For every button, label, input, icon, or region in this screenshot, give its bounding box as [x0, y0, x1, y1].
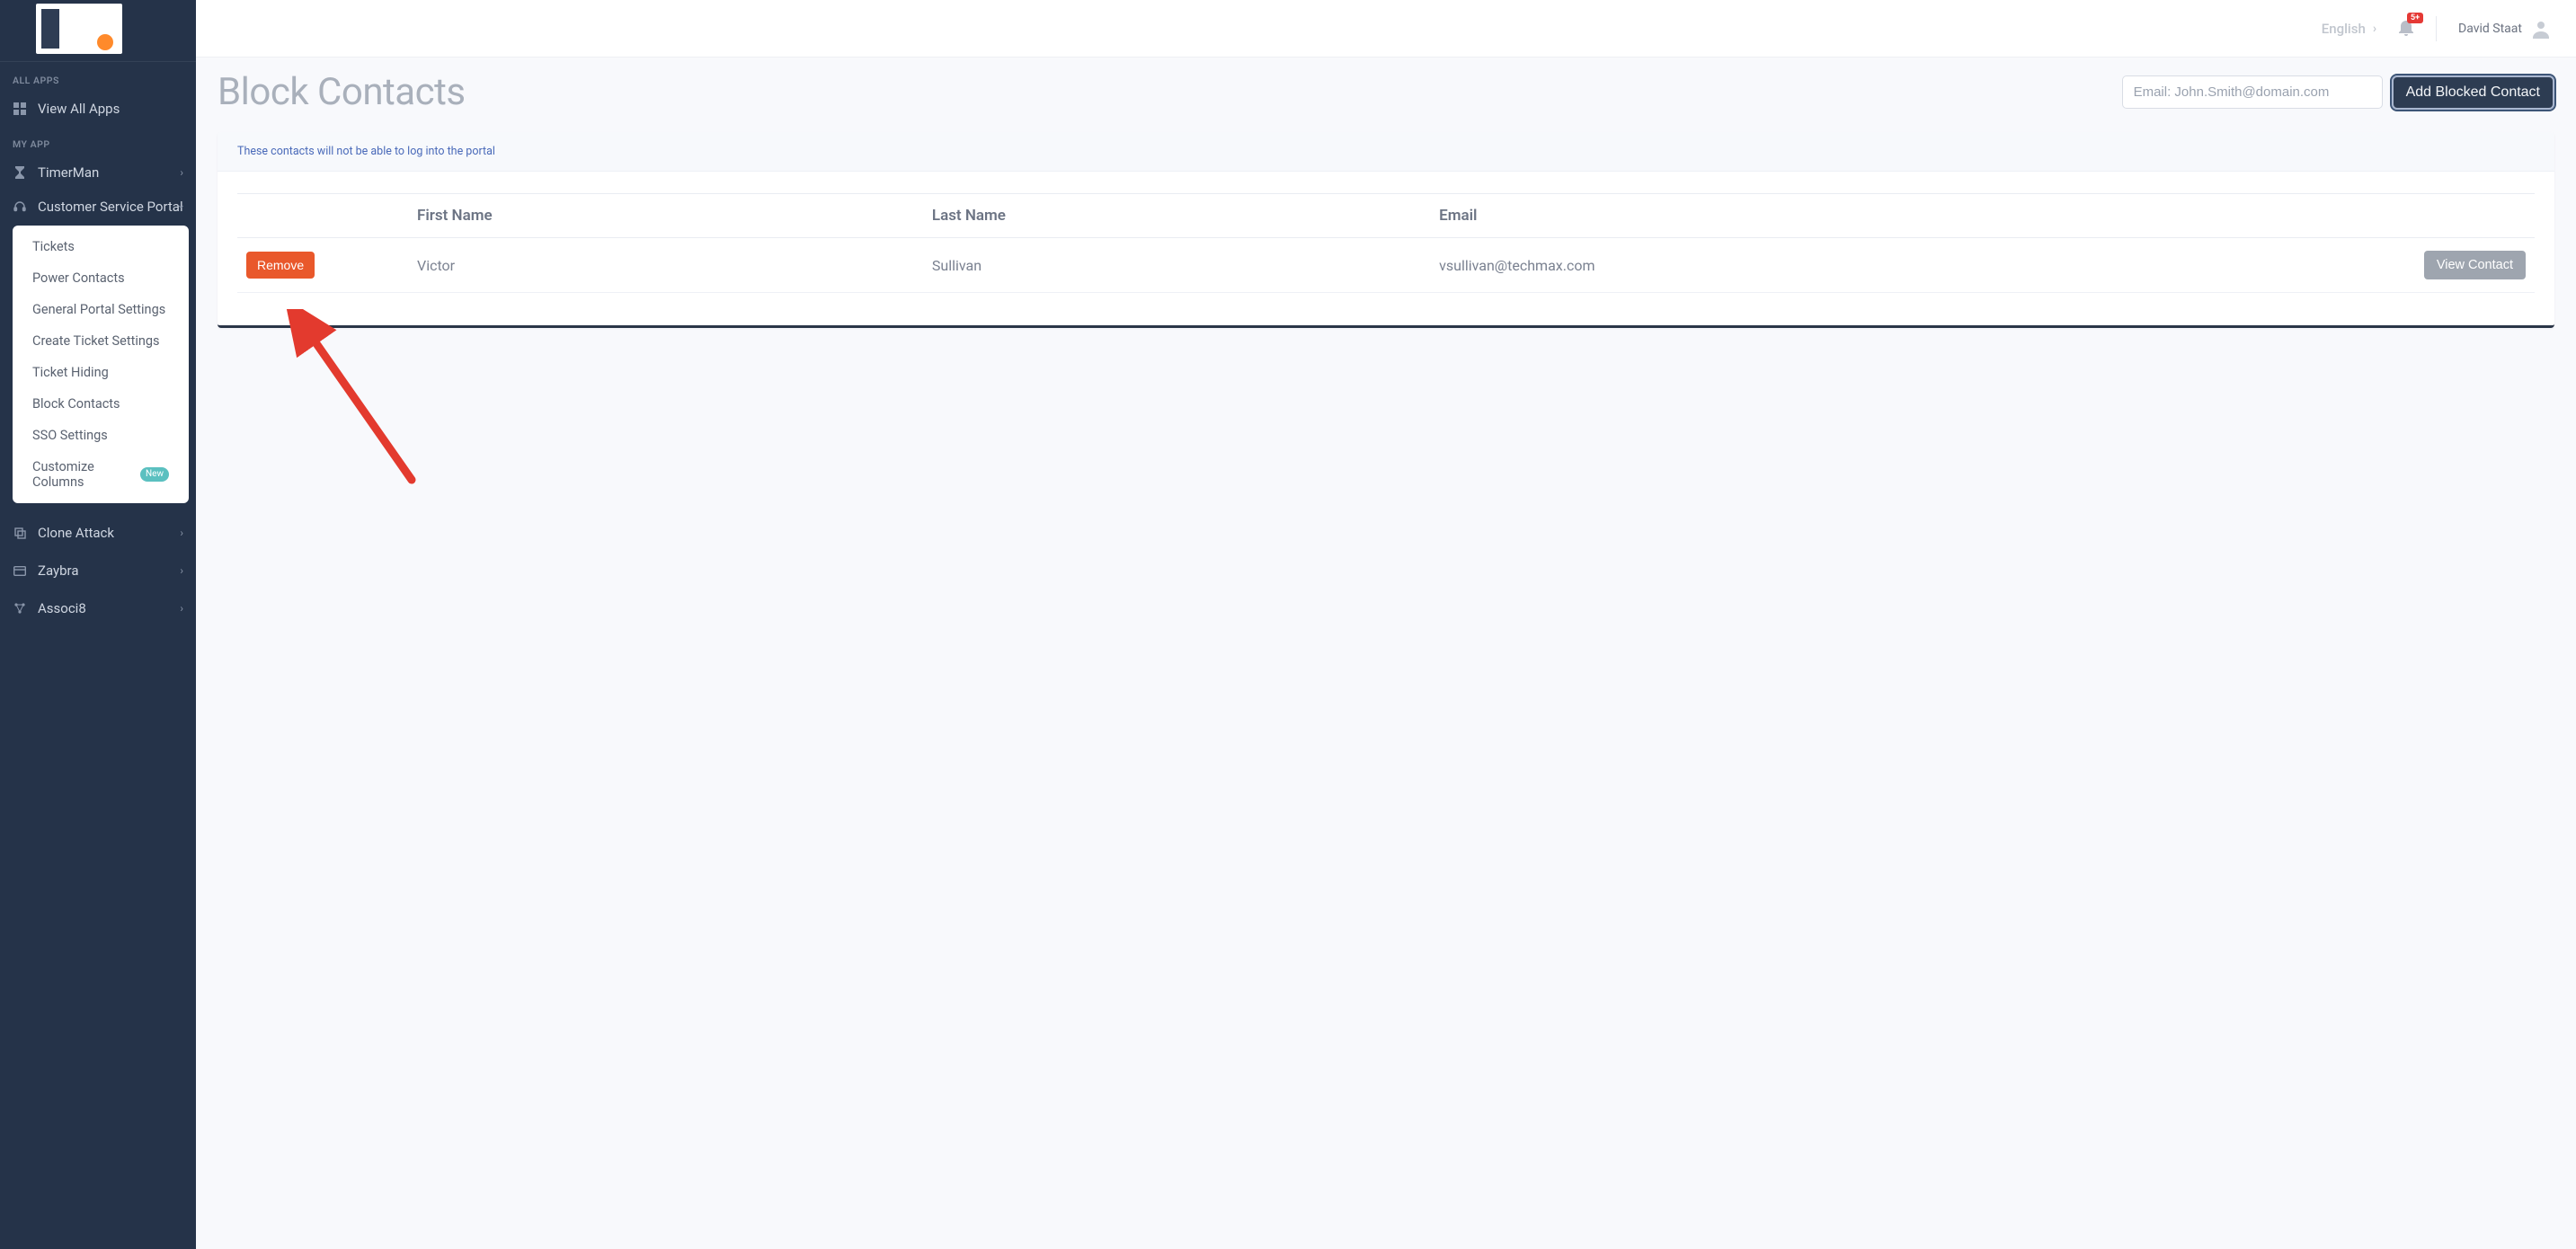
sidebar-sub-label: General Portal Settings	[32, 302, 165, 317]
sidebar-sub-tickets[interactable]: Tickets	[13, 231, 189, 262]
chevron-right-icon: ›	[2373, 22, 2376, 36]
remove-button[interactable]: Remove	[246, 252, 315, 279]
sidebar-sub-general-portal-settings[interactable]: General Portal Settings	[13, 294, 189, 325]
new-badge: New	[140, 467, 169, 482]
sidebar-sub-label: Customize Columns	[32, 459, 133, 490]
network-icon	[13, 601, 27, 616]
blocked-contacts-card: These contacts will not be able to log i…	[218, 132, 2554, 328]
blocked-contacts-table: First Name Last Name Email Remove	[237, 193, 2535, 293]
chevron-right-icon: ›	[180, 166, 183, 179]
view-contact-button[interactable]: View Contact	[2424, 251, 2526, 279]
language-label: English	[2322, 21, 2366, 37]
notifications-count-badge: 5+	[2407, 13, 2423, 23]
col-first-name: First Name	[408, 194, 923, 238]
sidebar-item-customer-service-portal[interactable]: Customer Service Portal ›	[0, 190, 196, 224]
topbar: English › 5+ David Staat	[196, 0, 2576, 58]
sidebar-item-zaybra[interactable]: Zaybra ›	[0, 555, 196, 586]
user-name: David Staat	[2458, 22, 2522, 36]
sidebar: ALL APPS View All Apps MY APP TimerMan ›…	[0, 0, 196, 1249]
cell-first-name: Victor	[408, 238, 923, 293]
notifications-button[interactable]: 5+	[2398, 18, 2414, 40]
sidebar-sub-ticket-hiding[interactable]: Ticket Hiding	[13, 357, 189, 388]
add-blocked-contact-button[interactable]: Add Blocked Contact	[2392, 75, 2554, 110]
page-content: Block Contacts Add Blocked Contact These…	[196, 58, 2576, 364]
annotation-arrow-icon	[286, 309, 430, 489]
sidebar-sub-label: Create Ticket Settings	[32, 333, 160, 349]
card-icon	[13, 563, 27, 578]
sidebar-item-associ8[interactable]: Associ8 ›	[0, 593, 196, 624]
sidebar-sub-power-contacts[interactable]: Power Contacts	[13, 262, 189, 294]
sidebar-item-label: Associ8	[38, 600, 86, 616]
logo-thumbnail[interactable]	[36, 4, 122, 54]
avatar-icon	[2531, 19, 2551, 39]
sidebar-sub-customize-columns[interactable]: Customize Columns New	[13, 451, 189, 498]
col-email: Email	[1430, 194, 2391, 238]
hourglass-icon	[13, 165, 27, 180]
copy-icon	[13, 526, 27, 540]
sidebar-sub-label: Block Contacts	[32, 396, 120, 412]
sidebar-item-view-all-apps[interactable]: View All Apps	[0, 92, 196, 126]
blocked-email-input[interactable]	[2122, 75, 2383, 109]
logo-area	[0, 0, 196, 62]
sidebar-submenu-csp: Tickets Power Contacts General Portal Se…	[13, 226, 189, 503]
card-info-note: These contacts will not be able to log i…	[218, 132, 2554, 172]
sidebar-item-label: Clone Attack	[38, 525, 114, 541]
cell-email: vsullivan@techmax.com	[1430, 238, 2391, 293]
language-selector[interactable]: English ›	[2322, 21, 2376, 37]
divider	[2436, 16, 2437, 41]
cell-last-name: Sullivan	[923, 238, 1430, 293]
grid-icon	[13, 102, 27, 116]
sidebar-sub-label: SSO Settings	[32, 428, 108, 443]
chevron-down-icon: ›	[175, 205, 188, 208]
sidebar-section-my-app: MY APP	[0, 126, 196, 155]
sidebar-item-label: Zaybra	[38, 562, 79, 579]
col-last-name: Last Name	[923, 194, 1430, 238]
sidebar-item-label: Customer Service Portal	[38, 199, 183, 215]
sidebar-sub-block-contacts[interactable]: Block Contacts	[13, 388, 189, 420]
main-area: English › 5+ David Staat Block Contacts	[196, 0, 2576, 1249]
sidebar-item-clone-attack[interactable]: Clone Attack ›	[0, 518, 196, 548]
chevron-right-icon: ›	[180, 564, 183, 577]
table-header-row: First Name Last Name Email	[237, 194, 2535, 238]
sidebar-item-label: View All Apps	[38, 101, 120, 117]
user-menu[interactable]: David Staat	[2458, 19, 2551, 39]
sidebar-sub-label: Power Contacts	[32, 270, 125, 286]
sidebar-item-label: TimerMan	[38, 164, 99, 181]
sidebar-section-all-apps: ALL APPS	[0, 62, 196, 92]
sidebar-sub-sso-settings[interactable]: SSO Settings	[13, 420, 189, 451]
page-header-actions: Add Blocked Contact	[2122, 75, 2554, 110]
table-row: Remove Victor Sullivan vsullivan@techmax…	[237, 238, 2535, 293]
sidebar-sub-create-ticket-settings[interactable]: Create Ticket Settings	[13, 325, 189, 357]
chevron-right-icon: ›	[180, 527, 183, 539]
page-title: Block Contacts	[218, 70, 466, 114]
sidebar-sub-label: Tickets	[32, 239, 75, 254]
sidebar-sub-label: Ticket Hiding	[32, 365, 109, 380]
headset-icon	[13, 199, 27, 214]
chevron-right-icon: ›	[180, 602, 183, 615]
sidebar-item-timerman[interactable]: TimerMan ›	[0, 155, 196, 190]
page-header: Block Contacts Add Blocked Contact	[218, 70, 2554, 114]
